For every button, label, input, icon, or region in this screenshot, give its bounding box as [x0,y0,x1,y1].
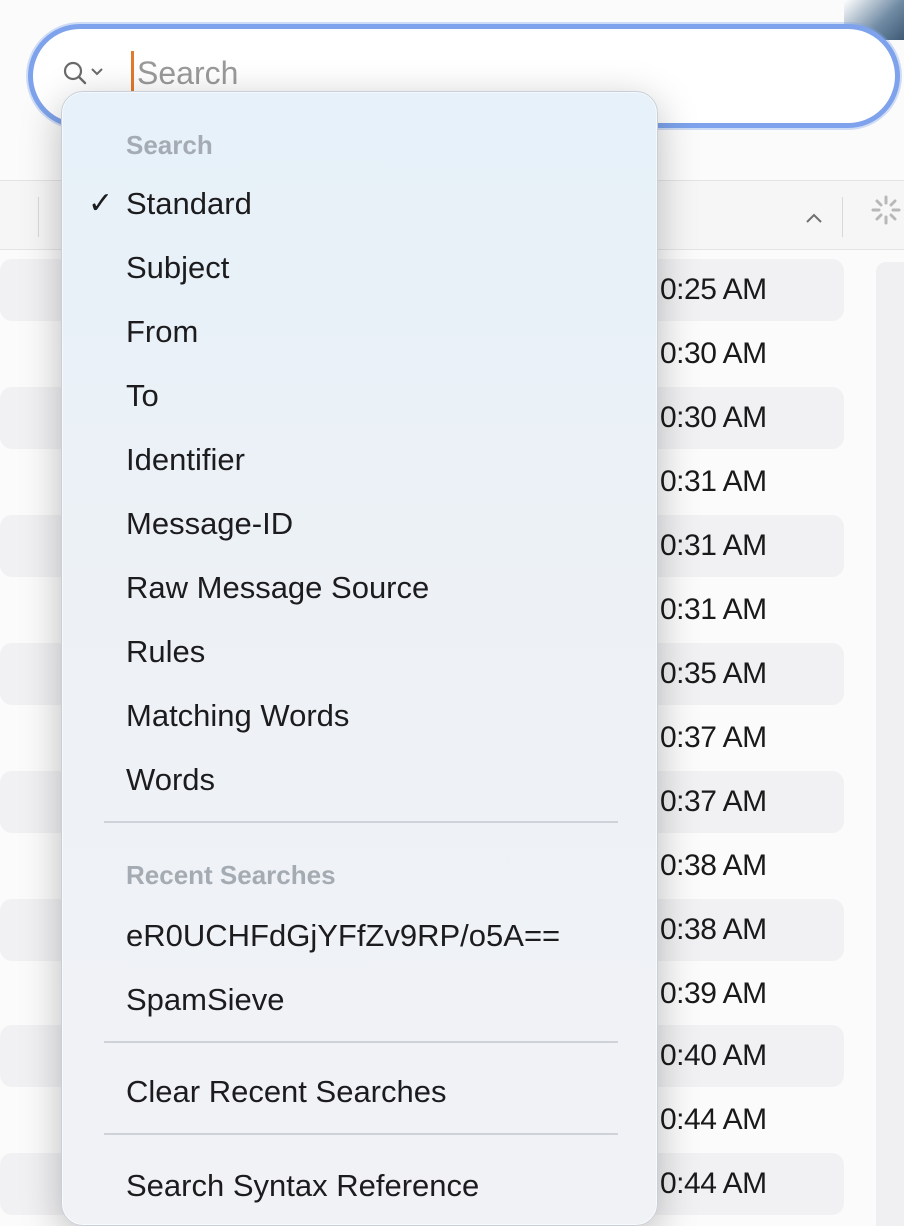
message-time: 0:44 AM [660,1167,767,1200]
recent-search-item[interactable]: SpamSieve [126,982,285,1018]
checkmark-icon: ✓ [88,187,114,220]
menu-item-words[interactable]: Words [126,762,215,798]
chevron-up-icon[interactable] [804,211,824,225]
menu-section-recent-searches: Recent Searches [126,860,336,890]
menu-section-search: Search [126,130,213,160]
menu-item-subject[interactable]: Subject [126,250,229,286]
message-time: 0:31 AM [660,465,767,498]
chevron-down-icon[interactable] [91,67,103,77]
mail-window: Search 0:25 AM 0:30 AM 0:30 AM 0:31 AM 0… [0,0,904,1226]
message-time: 0:37 AM [660,785,767,818]
menu-item-rules[interactable]: Rules [126,634,205,670]
spinner-icon [871,195,901,225]
message-time: 0:35 AM [660,657,767,690]
text-cursor [131,51,134,91]
message-time: 0:37 AM [660,721,767,754]
menu-item-standard[interactable]: Standard [126,186,252,222]
column-separator [842,197,843,237]
message-time: 0:39 AM [660,977,767,1010]
clear-recent-searches-item[interactable]: Clear Recent Searches [126,1074,447,1110]
column-separator [38,197,39,237]
message-time: 0:30 AM [660,401,767,434]
menu-divider [104,821,618,823]
recent-search-item[interactable]: eR0UCHFdGjYFfZv9RP/o5A== [126,918,560,954]
message-time: 0:25 AM [660,273,767,306]
menu-divider [104,1041,618,1043]
message-time: 0:31 AM [660,593,767,626]
message-time: 0:38 AM [660,849,767,882]
search-options-menu: Search ✓ Standard Subject From To Identi… [61,91,658,1226]
message-time: 0:40 AM [660,1039,767,1072]
menu-item-matching-words[interactable]: Matching Words [126,698,349,734]
search-syntax-reference-item[interactable]: Search Syntax Reference [126,1168,479,1204]
message-time: 0:30 AM [660,337,767,370]
message-time: 0:38 AM [660,913,767,946]
menu-item-from[interactable]: From [126,314,198,350]
menu-item-identifier[interactable]: Identifier [126,442,245,478]
message-time: 0:44 AM [660,1103,767,1136]
magnifying-glass-icon[interactable] [63,61,87,85]
menu-divider [104,1133,618,1135]
search-placeholder: Search [137,55,239,91]
menu-item-message-id[interactable]: Message-ID [126,506,293,542]
message-time: 0:31 AM [660,529,767,562]
menu-item-to[interactable]: To [126,378,159,414]
menu-item-raw-message-source[interactable]: Raw Message Source [126,570,429,606]
preview-pane-edge [876,262,904,1226]
